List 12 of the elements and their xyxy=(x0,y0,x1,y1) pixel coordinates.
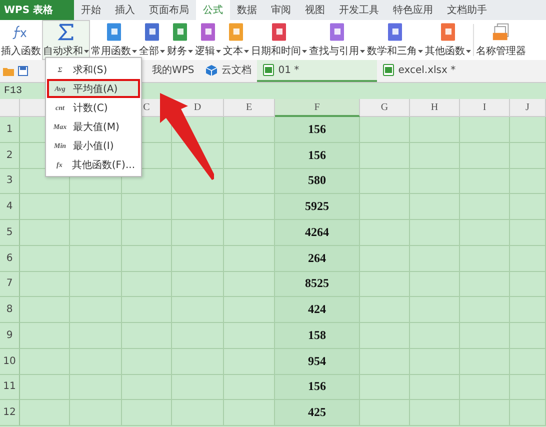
table-cell: 425 xyxy=(275,400,360,426)
table-cell: 5925 xyxy=(275,194,360,220)
table-cell: 264 xyxy=(275,246,360,272)
table-cell: 4264 xyxy=(275,220,360,246)
table-cell: 8525 xyxy=(275,272,360,298)
table-cell: 156 xyxy=(275,374,360,400)
table-cell: 954 xyxy=(275,348,360,374)
table-cell: 156 xyxy=(275,142,360,168)
table-cell: 424 xyxy=(275,297,360,323)
table-cell: 580 xyxy=(275,168,360,194)
table-cell: 156 xyxy=(275,117,360,143)
table-cell: 158 xyxy=(275,323,360,349)
